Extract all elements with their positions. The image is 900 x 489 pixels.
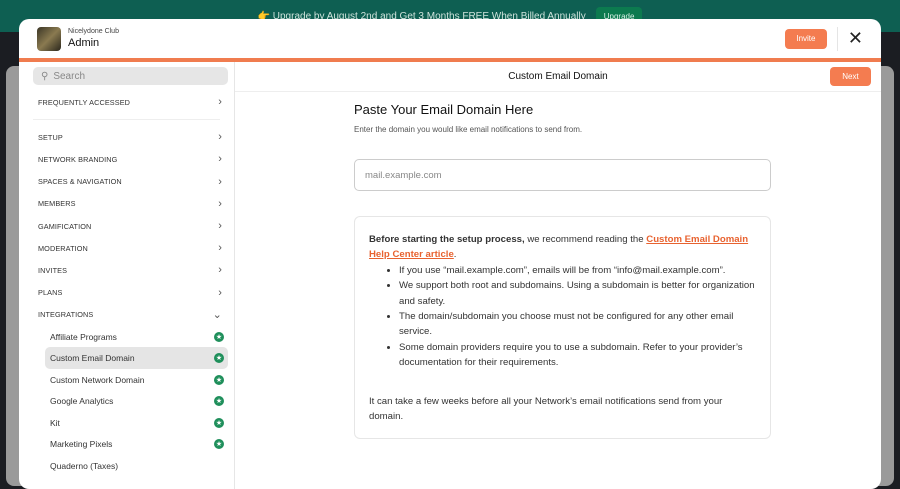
star-badge-icon: ★	[214, 331, 224, 342]
chevron-right-icon: ›	[218, 286, 222, 299]
next-button[interactable]: Next	[830, 67, 871, 86]
info-bullet: If you use “mail.example.com”, emails wi…	[399, 263, 756, 278]
content-header: Custom Email Domain Next	[235, 62, 881, 92]
info-bullet: Some domain providers require you to use…	[399, 340, 756, 371]
info-bullet: The domain/subdomain you choose must not…	[399, 309, 756, 340]
sidebar-item-moderation[interactable]: MODERATION ›	[19, 237, 234, 259]
sidebar-item-label: NETWORK BRANDING	[38, 154, 118, 164]
sidebar-item-frequently-accessed[interactable]: FREQUENTLY ACCESSED ›	[19, 91, 234, 113]
email-domain-input[interactable]: mail.example.com	[354, 159, 771, 191]
sidebar-item-setup[interactable]: SETUP ›	[19, 126, 234, 148]
sidebar-subitem-label: Quaderno (Taxes)	[50, 460, 119, 471]
invite-button[interactable]: Invite	[784, 28, 827, 49]
search-placeholder: Search	[53, 70, 86, 82]
sidebar-item-label: FREQUENTLY ACCESSED	[38, 97, 131, 107]
sidebar-item-label: GAMIFICATION	[38, 221, 92, 231]
sidebar-subitem[interactable]: Google Analytics ★	[45, 390, 228, 412]
sidebar-subitem-label: Marketing Pixels	[50, 439, 113, 450]
content-title: Custom Email Domain	[508, 71, 608, 82]
chevron-right-icon: ›	[218, 153, 222, 166]
star-badge-icon: ★	[214, 396, 224, 407]
star-badge-icon: ★	[214, 374, 224, 385]
info-lead-bold: Before starting the setup process,	[369, 234, 525, 245]
sidebar-subitem-label: Kit	[50, 417, 60, 428]
sidebar-item-members[interactable]: MEMBERS ›	[19, 193, 234, 215]
chevron-right-icon: ›	[218, 197, 222, 210]
search-icon: ⚲	[41, 70, 49, 82]
sidebar-subitem-label: Custom Email Domain	[50, 353, 135, 364]
modal-header: Nicelydone Club Admin Invite ✕	[19, 19, 881, 62]
sidebar-item-gamification[interactable]: GAMIFICATION ›	[19, 215, 234, 237]
chevron-right-icon: ›	[218, 264, 222, 277]
chevron-down-icon: ⌄	[212, 309, 222, 322]
sidebar-item-network-branding[interactable]: NETWORK BRANDING ›	[19, 148, 234, 170]
chevron-right-icon: ›	[218, 96, 222, 109]
chevron-right-icon: ›	[218, 131, 222, 144]
chevron-right-icon: ›	[218, 175, 222, 188]
info-footer: It can take a few weeks before all your …	[369, 395, 723, 423]
sidebar-item-label: SETUP	[38, 132, 63, 142]
sidebar-subitem[interactable]: Affiliate Programs ★	[45, 326, 228, 348]
sidebar-subitem-label: Google Analytics	[50, 396, 114, 407]
sidebar-subitem-label: Affiliate Programs	[50, 331, 117, 342]
star-badge-icon: ★	[214, 417, 224, 428]
sidebar-item-label: MEMBERS	[38, 199, 76, 209]
sidebar-subitem[interactable]: Custom Network Domain ★	[45, 369, 228, 391]
divider	[33, 119, 220, 121]
section-heading: Paste Your Email Domain Here	[354, 102, 534, 117]
section-description: Enter the domain you would like email no…	[354, 125, 583, 134]
sidebar-item-invites[interactable]: INVITES ›	[19, 259, 234, 281]
star-badge-icon: ★	[214, 439, 224, 450]
input-placeholder: mail.example.com	[365, 169, 442, 181]
info-period: .	[453, 249, 457, 261]
sidebar-subitem[interactable]: Marketing Pixels ★	[45, 433, 228, 455]
chevron-right-icon: ›	[218, 220, 222, 233]
info-lead: we recommend reading the	[524, 234, 647, 245]
star-badge-icon: ★	[214, 353, 224, 364]
sidebar-item-label: INTEGRATIONS	[38, 310, 94, 320]
main-panel: Custom Email Domain Next Paste Your Emai…	[235, 62, 881, 489]
admin-modal: Nicelydone Club Admin Invite ✕ ⚲ Search …	[19, 19, 881, 489]
sidebar-item-integrations[interactable]: INTEGRATIONS ⌄	[19, 304, 234, 326]
sidebar-item-label: PLANS	[38, 288, 63, 298]
chevron-right-icon: ›	[218, 242, 222, 255]
sidebar-subitem[interactable]: Quaderno (Taxes)	[45, 455, 228, 477]
sidebar: ⚲ Search FREQUENTLY ACCESSED › SETUP › NETW…	[19, 62, 235, 489]
sidebar-item-label: INVITES	[38, 265, 68, 275]
sidebar-item-spaces-navigation[interactable]: SPACES & NAVIGATION ›	[19, 171, 234, 193]
club-logo	[37, 26, 61, 51]
sidebar-item-label: SPACES & NAVIGATION	[38, 177, 122, 187]
close-icon[interactable]: ✕	[848, 28, 863, 49]
search-input[interactable]: ⚲ Search	[33, 67, 228, 85]
club-name: Nicelydone Club	[68, 28, 119, 35]
sidebar-item-plans[interactable]: PLANS ›	[19, 282, 234, 304]
info-box: Before starting the setup process, we re…	[354, 216, 771, 440]
divider	[836, 26, 838, 51]
sidebar-item-label: MODERATION	[38, 243, 88, 253]
modal-title: Admin	[68, 37, 100, 49]
sidebar-subitem[interactable]: Kit ★	[45, 412, 228, 434]
sidebar-subitem-label: Custom Network Domain	[50, 374, 145, 385]
info-bullet: We support both root and subdomains. Usi…	[399, 278, 756, 309]
sidebar-subitem[interactable]: Custom Email Domain ★	[45, 347, 228, 369]
